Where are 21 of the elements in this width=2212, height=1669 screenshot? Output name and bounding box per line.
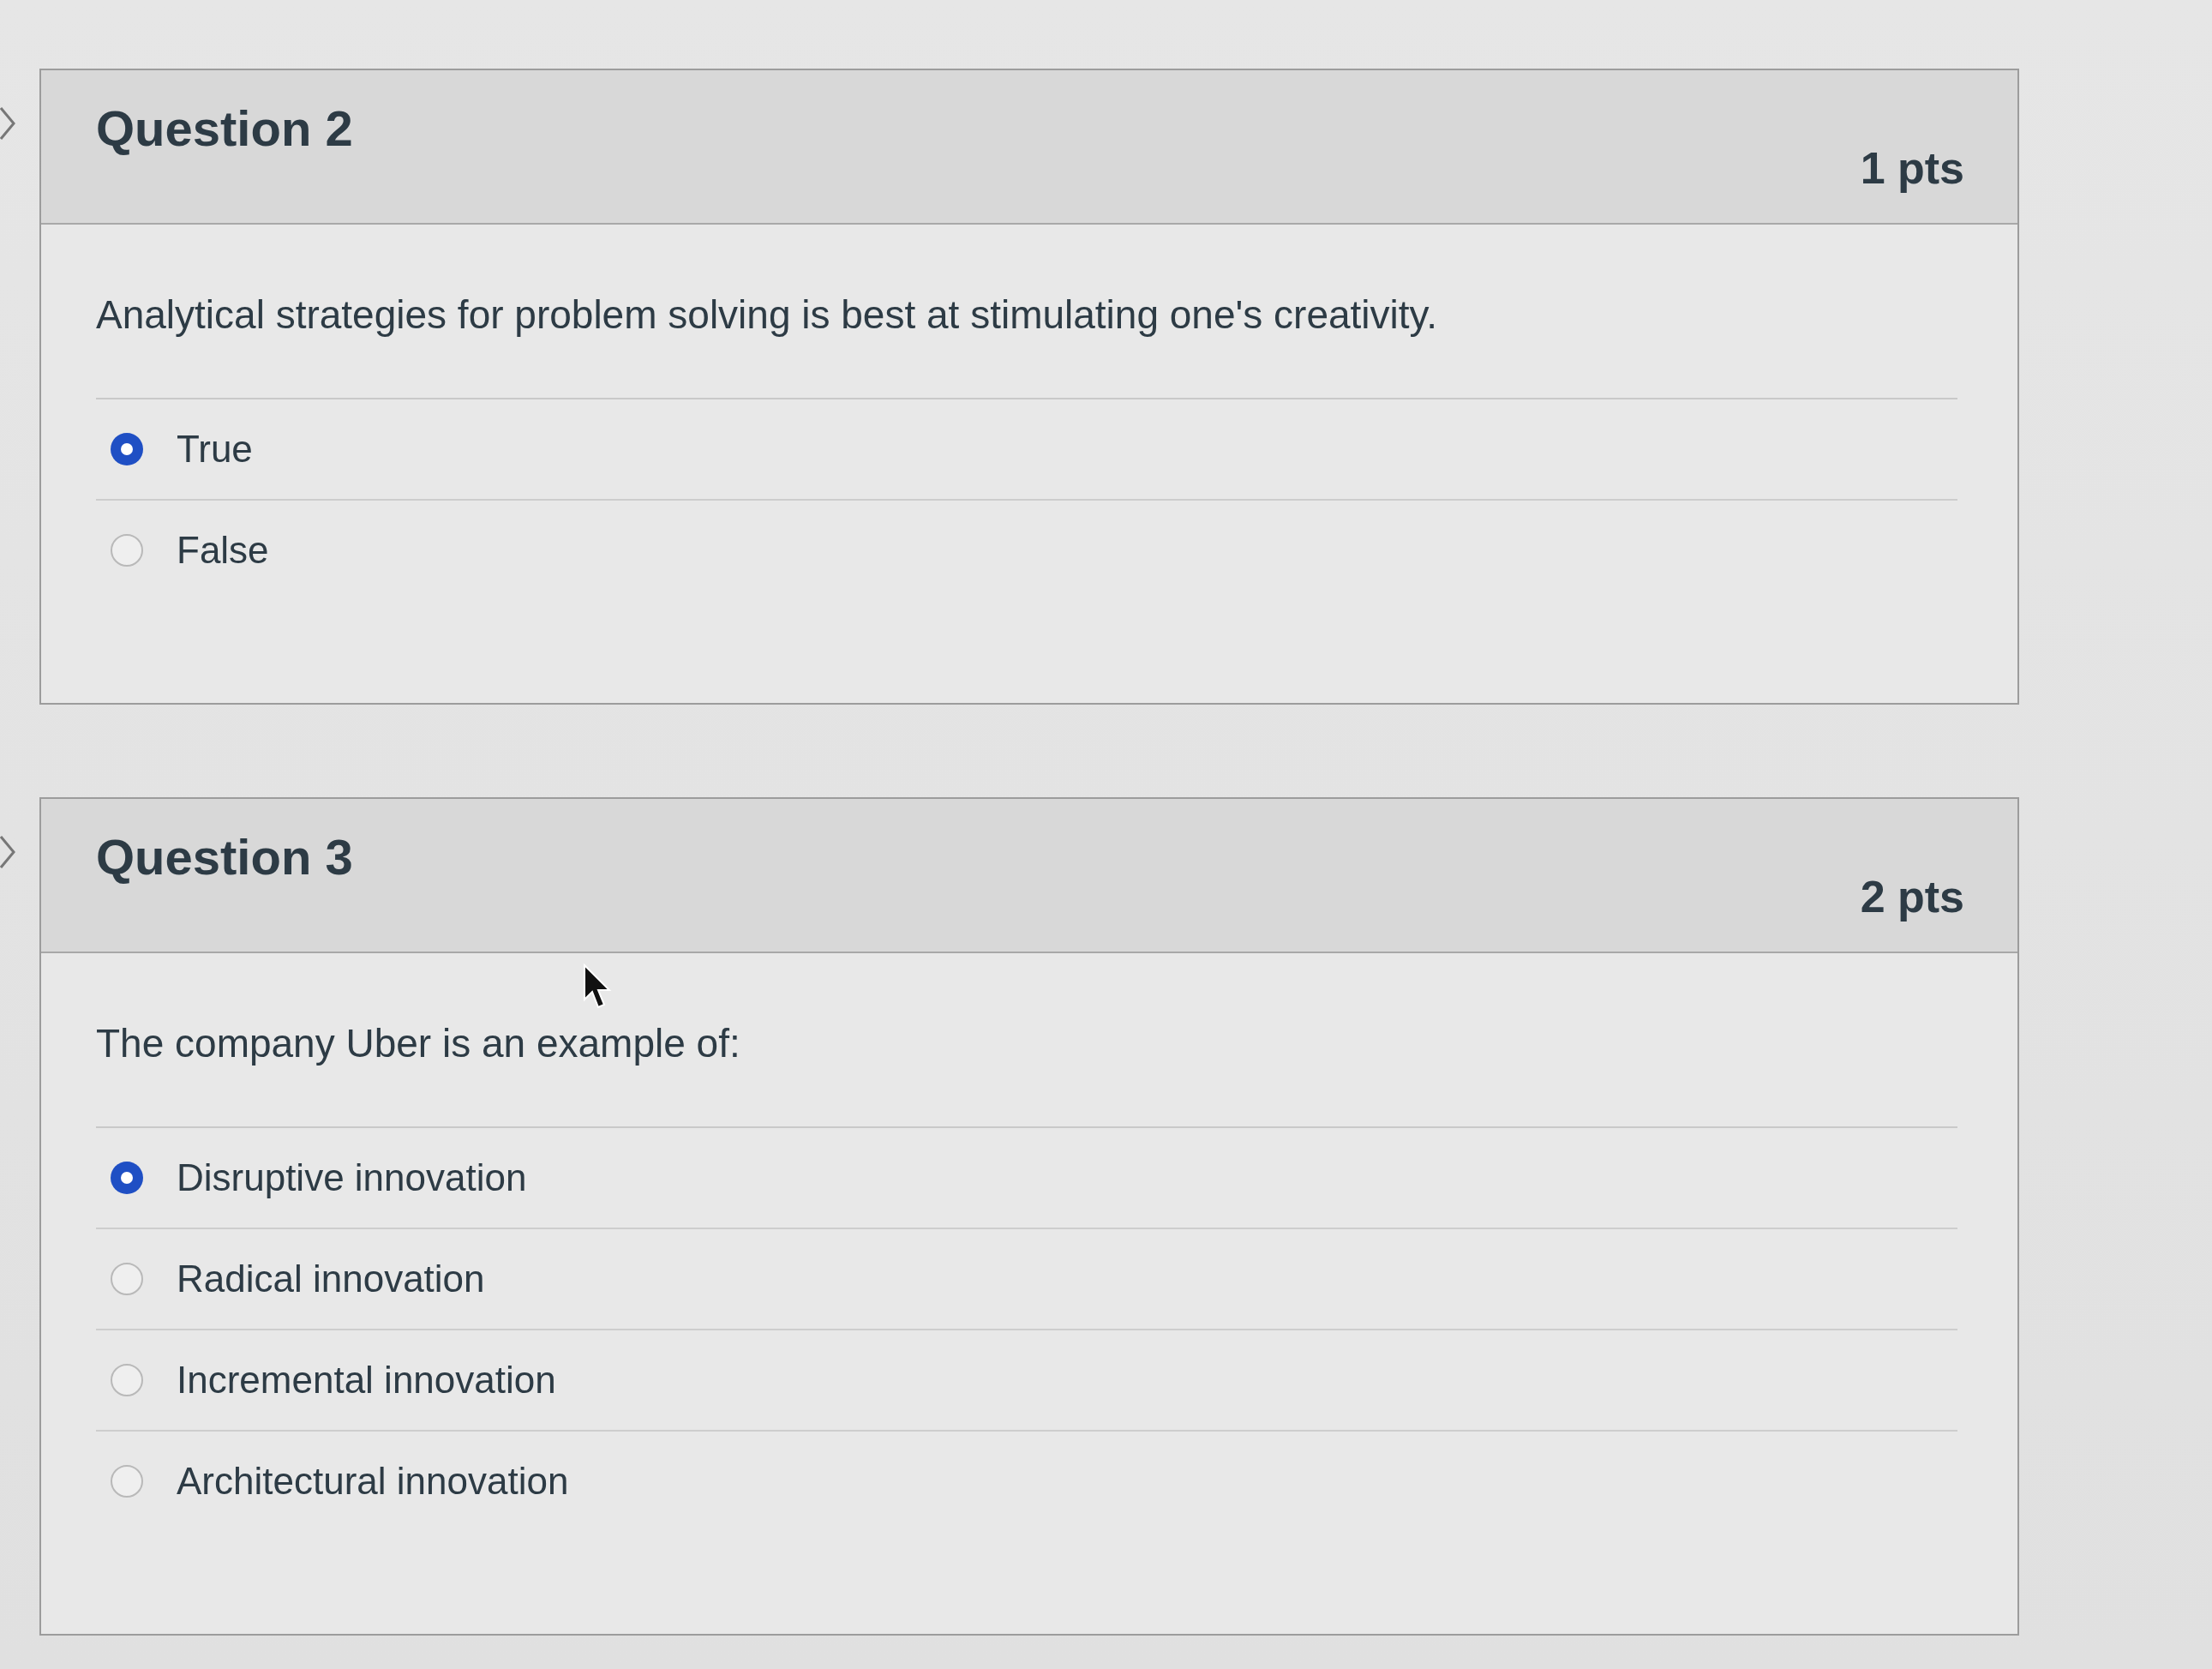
question-text: The company Uber is an example of: — [96, 1020, 741, 1066]
answer-label[interactable]: Disruptive innovation — [177, 1156, 527, 1199]
question-points: 2 pts — [1860, 871, 1964, 922]
question-text: Analytical strategies for problem solving is best at stimulating one's creativity. — [96, 291, 1438, 338]
question-points: 1 pts — [1860, 142, 1964, 194]
radio-unselected-icon[interactable] — [110, 1464, 144, 1498]
question-title: Question 3 — [96, 828, 353, 886]
radio-selected-icon[interactable] — [110, 432, 144, 466]
question-title: Question 2 — [96, 99, 353, 157]
radio-unselected-icon[interactable] — [110, 1363, 144, 1397]
answer-label[interactable]: True — [177, 428, 253, 471]
radio-unselected-icon[interactable] — [110, 533, 144, 567]
answer-label[interactable]: Radical innovation — [177, 1258, 485, 1300]
chevron-right-icon[interactable] — [0, 106, 15, 141]
answer-label[interactable]: Incremental innovation — [177, 1359, 556, 1402]
answer-label[interactable]: Architectural innovation — [177, 1460, 569, 1503]
answer-label[interactable]: False — [177, 529, 269, 572]
mouse-pointer-icon — [583, 964, 612, 1010]
radio-unselected-icon[interactable] — [110, 1262, 144, 1296]
chevron-right-icon[interactable] — [0, 835, 15, 869]
radio-selected-icon[interactable] — [110, 1161, 144, 1195]
